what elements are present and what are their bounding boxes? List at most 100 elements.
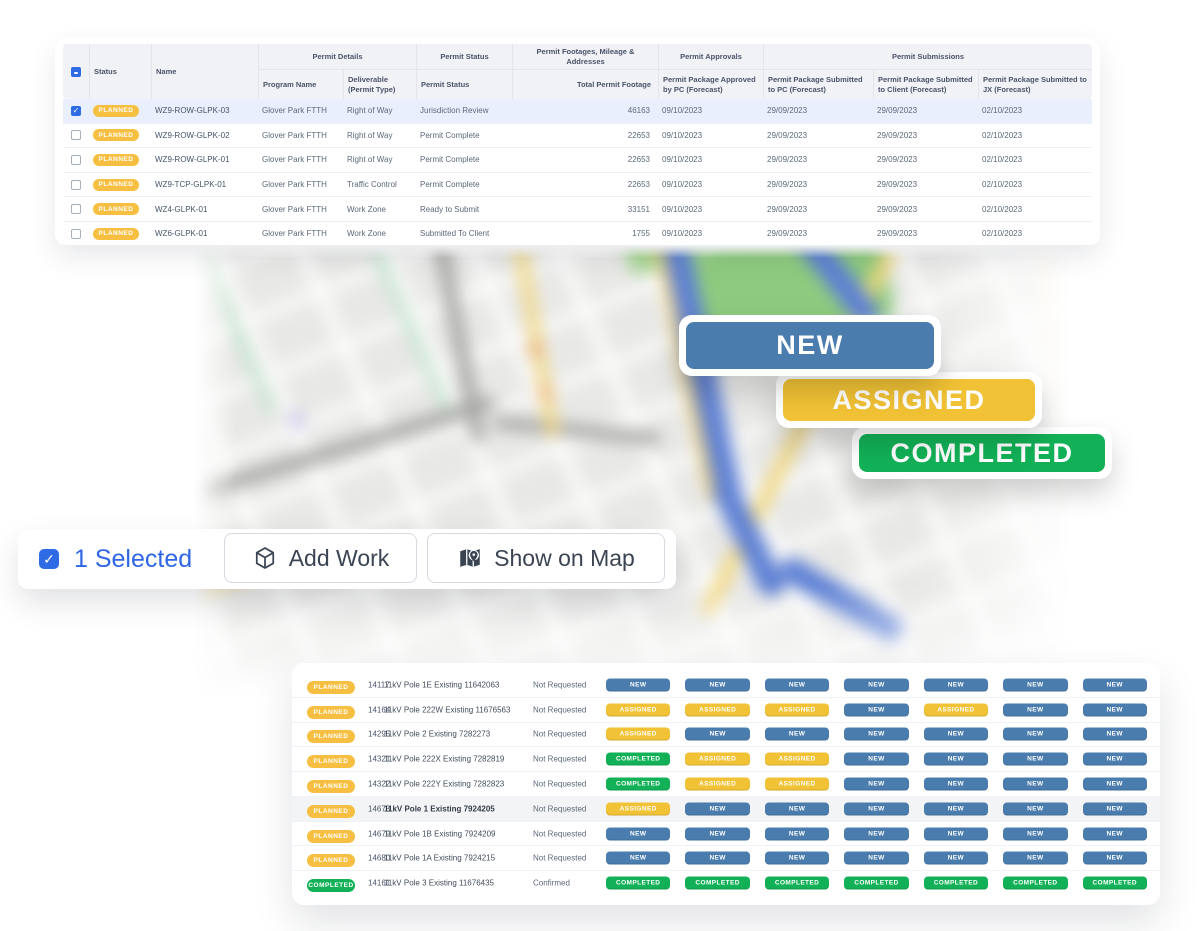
- row-checkbox-cell: [63, 130, 89, 140]
- stage-badge-new: NEW: [606, 678, 670, 691]
- work-request-cell: Not Requested: [533, 755, 607, 764]
- work-item-row[interactable]: PLANNED1467811kV Pole 1 Existing 7924205…: [292, 796, 1160, 821]
- stage-badge-assigned: ASSIGNED: [765, 703, 829, 716]
- name-cell: WZ4-GLPK-01: [151, 205, 258, 214]
- column-header-program-name: Program Name: [258, 70, 343, 99]
- permit-status-cell: Submitted To Client: [416, 229, 512, 238]
- program-cell: Glover Park FTTH: [258, 205, 343, 214]
- stage-badge-completed: COMPLETED: [685, 877, 749, 890]
- work-items-card: PLANNED1411711kV Pole 1E Existing 116420…: [292, 663, 1160, 905]
- work-item-row[interactable]: PLANNED1468011kV Pole 1A Existing 792421…: [292, 845, 1160, 870]
- footage-cell: 1755: [512, 229, 658, 238]
- show-on-map-button[interactable]: Show on Map: [427, 533, 665, 583]
- work-status-badge: PLANNED: [307, 780, 355, 793]
- approved-pc-cell: 09/10/2023: [658, 131, 763, 140]
- permit-row[interactable]: PLANNEDWZ6-GLPK-01Glover Park FTTHWork Z…: [63, 221, 1092, 246]
- status-cell: PLANNED: [89, 129, 151, 141]
- status-cell: PLANNED: [89, 154, 151, 166]
- stage-badge-new: NEW: [765, 802, 829, 815]
- group-header-permit-footages: Permit Footages, Mileage & Addresses: [512, 44, 658, 70]
- status-badge: PLANNED: [93, 129, 139, 141]
- permit-row[interactable]: ✓PLANNEDWZ9-ROW-GLPK-03Glover Park FTTHR…: [63, 99, 1092, 123]
- select-all-checkbox[interactable]: [71, 67, 81, 77]
- permit-row[interactable]: PLANNEDWZ9-ROW-GLPK-02Glover Park FTTHRi…: [63, 123, 1092, 148]
- selection-checkbox[interactable]: ✓: [39, 549, 59, 569]
- stage-badge-new: NEW: [1003, 728, 1067, 741]
- stage-badge-new: NEW: [1003, 827, 1067, 840]
- stage-badge-new: NEW: [765, 678, 829, 691]
- row-checkbox[interactable]: [71, 130, 81, 140]
- permit-row[interactable]: PLANNEDWZ4-GLPK-01Glover Park FTTHWork Z…: [63, 196, 1092, 221]
- submitted-client-cell: 29/09/2023: [873, 180, 978, 189]
- group-header-permit-approvals: Permit Approvals: [658, 44, 763, 70]
- stage-badge-new: NEW: [765, 852, 829, 865]
- stage-badge-new: NEW: [1003, 778, 1067, 791]
- work-status-cell: PLANNED: [307, 825, 355, 843]
- stage-badge-new: NEW: [1003, 678, 1067, 691]
- column-header-submitted-client: Permit Package Submitted to Client (Fore…: [873, 70, 978, 99]
- row-checkbox[interactable]: [71, 155, 81, 165]
- permit-row[interactable]: PLANNEDWZ9-TCP-GLPK-01Glover Park FTTHTr…: [63, 172, 1092, 197]
- work-item-row[interactable]: PLANNED1411711kV Pole 1E Existing 116420…: [292, 673, 1160, 697]
- row-checkbox-cell: [63, 204, 89, 214]
- work-name-cell: 11kV Pole 1A Existing 7924215: [384, 854, 532, 863]
- stage-badge-new: NEW: [606, 827, 670, 840]
- work-item-row[interactable]: PLANNED1416411kV Pole 222W Existing 1167…: [292, 697, 1160, 722]
- work-status-cell: PLANNED: [307, 701, 355, 719]
- stage-badge-completed: COMPLETED: [765, 877, 829, 890]
- work-name-cell: 11kV Pole 1E Existing 11642063: [384, 680, 532, 689]
- stage-badge-new: NEW: [1083, 852, 1147, 865]
- work-status-badge: PLANNED: [307, 830, 355, 843]
- work-status-cell: PLANNED: [307, 725, 355, 743]
- stage-badge-new: NEW: [844, 778, 908, 791]
- row-checkbox[interactable]: ✓: [71, 106, 81, 116]
- deliverable-cell: Right of Way: [343, 106, 416, 115]
- status-badge: PLANNED: [93, 154, 139, 166]
- work-item-row[interactable]: PLANNED1429511kV Pole 2 Existing 7282273…: [292, 722, 1160, 747]
- row-checkbox[interactable]: [71, 204, 81, 214]
- footage-cell: 22653: [512, 155, 658, 164]
- program-cell: Glover Park FTTH: [258, 106, 343, 115]
- work-status-cell: PLANNED: [307, 775, 355, 793]
- stage-badge-assigned: ASSIGNED: [606, 802, 670, 815]
- permit-row[interactable]: PLANNEDWZ9-ROW-GLPK-01Glover Park FTTHRi…: [63, 147, 1092, 172]
- work-item-row[interactable]: PLANNED1432111kV Pole 222X Existing 7282…: [292, 746, 1160, 771]
- work-stage-badges: NEWNEWNEWNEWNEWNEWNEW: [606, 852, 1147, 865]
- work-name-cell: 11kV Pole 2 Existing 7282273: [384, 730, 532, 739]
- stage-badge-new: NEW: [606, 852, 670, 865]
- add-work-button[interactable]: Add Work: [224, 533, 417, 583]
- status-cell: PLANNED: [89, 203, 151, 215]
- work-name-cell: 11kV Pole 222X Existing 7282819: [384, 755, 532, 764]
- work-name-cell: 11kV Pole 1 Existing 7924205: [384, 804, 532, 813]
- work-status-cell: PLANNED: [307, 750, 355, 768]
- submitted-client-cell: 29/09/2023: [873, 106, 978, 115]
- permit-table-body: ✓PLANNEDWZ9-ROW-GLPK-03Glover Park FTTHR…: [63, 99, 1092, 246]
- submitted-client-cell: 29/09/2023: [873, 131, 978, 140]
- work-request-cell: Confirmed: [533, 879, 607, 888]
- stage-badge-new: NEW: [685, 827, 749, 840]
- map-status-badge-completed-label: COMPLETED: [859, 434, 1105, 472]
- permit-status-cell: Permit Complete: [416, 155, 512, 164]
- work-item-row[interactable]: PLANNED1467911kV Pole 1B Existing 792420…: [292, 821, 1160, 846]
- row-checkbox-cell: [63, 229, 89, 239]
- work-request-cell: Not Requested: [533, 780, 607, 789]
- stage-badge-new: NEW: [1083, 778, 1147, 791]
- program-cell: Glover Park FTTH: [258, 229, 343, 238]
- approved-pc-cell: 09/10/2023: [658, 180, 763, 189]
- work-item-row[interactable]: COMPLETED1416111kV Pole 3 Existing 11676…: [292, 870, 1160, 895]
- status-cell: PLANNED: [89, 179, 151, 191]
- stage-badge-new: NEW: [765, 728, 829, 741]
- row-checkbox-cell: [63, 155, 89, 165]
- submitted-pc-cell: 29/09/2023: [763, 229, 873, 238]
- work-stage-badges: COMPLETEDASSIGNEDASSIGNEDNEWNEWNEWNEW: [606, 753, 1147, 766]
- submitted-pc-cell: 29/09/2023: [763, 205, 873, 214]
- row-checkbox[interactable]: [71, 180, 81, 190]
- stage-badge-new: NEW: [844, 753, 908, 766]
- row-checkbox[interactable]: [71, 229, 81, 239]
- stage-badge-new: NEW: [844, 678, 908, 691]
- work-item-row[interactable]: PLANNED1432211kV Pole 222Y Existing 7282…: [292, 771, 1160, 796]
- submitted-pc-cell: 29/09/2023: [763, 106, 873, 115]
- work-stage-badges: NEWNEWNEWNEWNEWNEWNEW: [606, 678, 1147, 691]
- work-stage-badges: COMPLETEDASSIGNEDASSIGNEDNEWNEWNEWNEW: [606, 778, 1147, 791]
- stage-badge-assigned: ASSIGNED: [685, 703, 749, 716]
